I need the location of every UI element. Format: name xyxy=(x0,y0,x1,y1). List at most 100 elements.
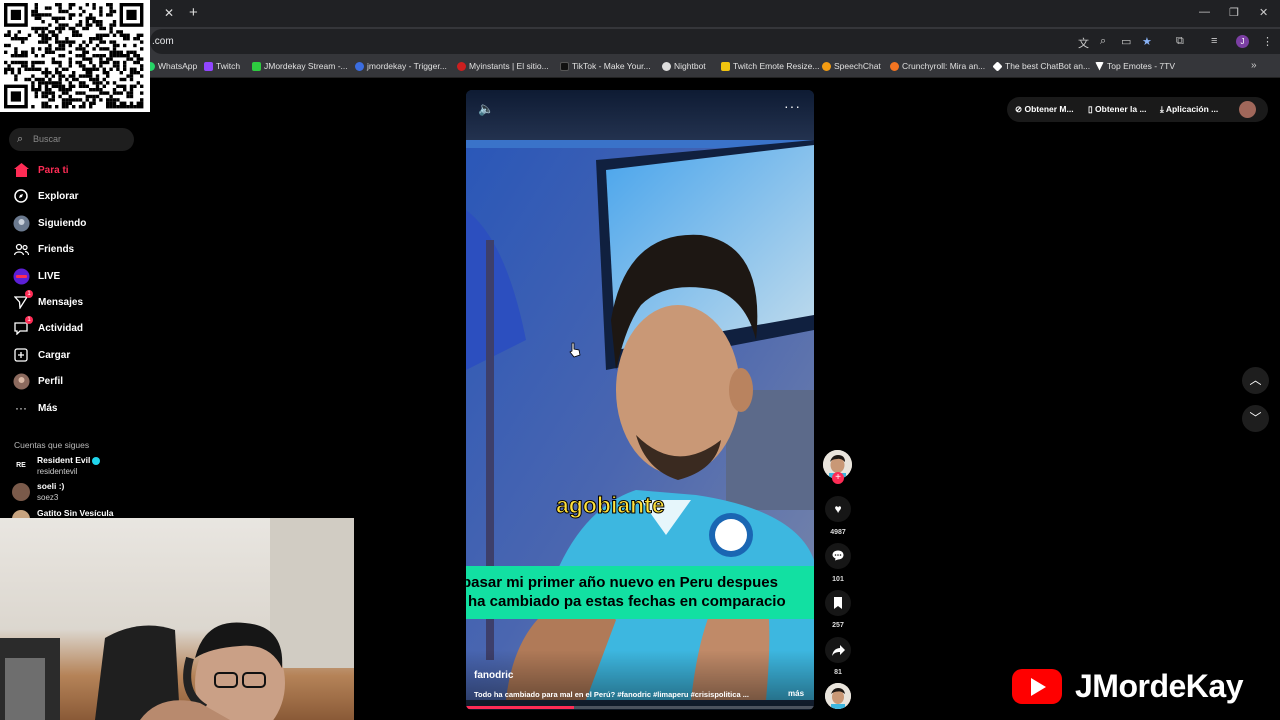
bookmark-item[interactable]: Top Emotes - 7TV xyxy=(1095,61,1175,71)
heart-icon: ♥ xyxy=(834,502,842,516)
friends-icon xyxy=(12,240,30,258)
webcam-scene xyxy=(0,518,354,720)
video-progress-bar[interactable] xyxy=(466,706,814,709)
bookmark-item[interactable]: JMordekay Stream -... xyxy=(252,61,348,71)
nav-item-actividad[interactable]: 1 Actividad xyxy=(12,316,142,339)
bookmarks-overflow-icon[interactable]: » xyxy=(1251,60,1257,71)
address-bar[interactable]: .com xyxy=(150,29,1280,54)
user-avatar[interactable] xyxy=(1239,101,1256,118)
cast-icon[interactable]: ▭ xyxy=(1121,35,1131,48)
nav-item-explorar[interactable]: Explorar xyxy=(12,185,142,207)
video-player[interactable]: 🔈 ··· agobiante pasar mi primer año nuev… xyxy=(466,90,814,710)
account-name: soeli :) xyxy=(37,481,65,491)
screen: ✕ + — ❐ ✕ .com 文 ⌕ ▭ ★ ⧉ ≡ J ⋮ WhatsApp … xyxy=(0,0,1280,720)
bookmark-favicon-icon xyxy=(252,61,261,71)
video-more-options-icon[interactable]: ··· xyxy=(784,98,801,114)
bookmark-item[interactable]: WhatsApp xyxy=(146,61,197,71)
subtitle-line-1: pasar mi primer año nuevo en Peru despue… xyxy=(466,574,778,591)
bookmark-favicon-icon xyxy=(457,61,466,71)
extensions-icon[interactable]: ⧉ xyxy=(1176,35,1184,48)
nav-item-mensajes[interactable]: 1 Mensajes xyxy=(12,290,142,313)
bookmark-item[interactable]: TikTok - Make Your... xyxy=(560,61,651,71)
search-placeholder: Buscar xyxy=(33,134,62,144)
channel-watermark: JMordeKay xyxy=(1075,668,1244,704)
account-handle: soez3 xyxy=(37,493,59,502)
chevron-down-icon: ﹀ xyxy=(1249,411,1262,425)
video-caption: Todo ha cambiado para mal en el Perú? #f… xyxy=(474,690,749,699)
home-icon xyxy=(12,161,30,179)
nav-item-live[interactable]: LIVE xyxy=(12,265,142,287)
translate-icon[interactable]: 文 xyxy=(1078,35,1089,51)
bookmark-item[interactable]: Crunchyroll: Mira an... xyxy=(890,61,985,71)
bookmark-favicon-icon xyxy=(721,61,730,71)
search-input[interactable]: ⌕ Buscar xyxy=(9,128,134,151)
followed-account[interactable]: RE Resident Evil residentevil xyxy=(12,455,101,477)
bookmark-favicon-icon xyxy=(822,61,831,71)
bookmark-item[interactable]: Twitch xyxy=(204,61,240,71)
more-dots-icon: ··· xyxy=(15,401,27,415)
hand-cursor-icon xyxy=(569,342,581,358)
upload-icon xyxy=(12,346,30,364)
nav-item-friends[interactable]: Friends xyxy=(12,238,142,260)
save-count: 257 xyxy=(832,622,844,629)
share-button[interactable] xyxy=(825,637,851,663)
url-text: .com xyxy=(152,36,174,47)
nav-item-para-ti[interactable]: Para ti xyxy=(12,159,142,181)
music-disc-avatar[interactable] xyxy=(825,683,851,709)
comment-button[interactable] xyxy=(825,543,851,569)
restore-icon[interactable]: ❐ xyxy=(1229,6,1239,19)
profile-avatar[interactable]: J xyxy=(1236,35,1249,48)
live-icon xyxy=(12,267,30,285)
nav-item-perfil[interactable]: Perfil xyxy=(12,370,142,392)
phone-icon: ▯ xyxy=(1088,104,1096,114)
caption-more-button[interactable]: más xyxy=(788,689,804,698)
video-bottom-gradient xyxy=(466,650,814,710)
video-author[interactable]: fanodric xyxy=(474,670,513,681)
tab-close-icon[interactable]: ✕ xyxy=(164,6,174,20)
bookmark-favicon-icon xyxy=(560,61,569,71)
account-text: soeli :) soez3 xyxy=(37,481,64,503)
account-text: Resident Evil residentevil xyxy=(37,455,101,477)
like-button[interactable]: ♥ xyxy=(825,496,851,522)
save-button[interactable] xyxy=(825,590,851,616)
bookmark-item[interactable]: Nightbot xyxy=(662,61,706,71)
bookmark-favicon-icon xyxy=(662,61,671,71)
close-window-icon[interactable]: ✕ xyxy=(1259,6,1268,19)
compass-icon xyxy=(12,187,30,205)
menu-kebab-icon[interactable]: ⋮ xyxy=(1262,35,1273,48)
share-arrow-icon xyxy=(831,645,845,656)
verified-icon xyxy=(92,456,101,465)
nav-item-cargar[interactable]: Cargar xyxy=(12,344,142,366)
get-coins-button[interactable]: ⊘ Obtener M... xyxy=(1015,104,1074,115)
previous-video-button[interactable]: ︿ xyxy=(1242,367,1269,394)
nav-item-mas[interactable]: ··· Más xyxy=(12,397,142,419)
reading-list-icon[interactable]: ≡ xyxy=(1211,35,1217,47)
account-handle: residentevil xyxy=(37,467,78,476)
minimize-icon[interactable]: — xyxy=(1199,6,1210,18)
profile-avatar-icon xyxy=(12,372,30,390)
bookmark-item[interactable]: Myinstants | El sitio... xyxy=(457,61,549,71)
zoom-icon[interactable]: ⌕ xyxy=(1100,35,1106,48)
follow-plus-button[interactable]: + xyxy=(832,472,844,484)
desktop-app-button[interactable]: ⤓ Aplicación ... xyxy=(1160,104,1218,115)
new-tab-icon[interactable]: + xyxy=(189,4,198,21)
message-badge: 1 xyxy=(25,290,33,298)
nav-item-siguiendo[interactable]: Siguiendo xyxy=(12,212,142,234)
video-progress-fill xyxy=(466,706,574,709)
bookmark-favicon-icon xyxy=(992,60,1003,72)
bookmark-item[interactable]: jmordekay - Trigger... xyxy=(355,61,447,71)
bookmark-item[interactable]: SpeechChat xyxy=(822,61,881,71)
volume-icon[interactable]: 🔈 xyxy=(478,101,494,117)
bookmark-item[interactable]: The best ChatBot an... xyxy=(992,60,1090,72)
bookmark-item[interactable]: Twitch Emote Resize... xyxy=(721,61,819,71)
get-app-button[interactable]: ▯ Obtener la ... xyxy=(1088,104,1147,115)
activity-icon: 1 xyxy=(12,316,33,337)
bookmark-star-icon[interactable]: ★ xyxy=(1142,35,1152,48)
next-video-button[interactable]: ﹀ xyxy=(1242,405,1269,432)
bookmark-favicon-icon xyxy=(355,61,364,71)
send-icon: 1 xyxy=(12,290,33,311)
bookmark-favicon-icon xyxy=(1095,61,1104,71)
qr-code xyxy=(0,0,150,112)
following-header: Cuentas que sigues xyxy=(14,440,90,450)
followed-account[interactable]: soeli :) soez3 xyxy=(12,481,64,503)
